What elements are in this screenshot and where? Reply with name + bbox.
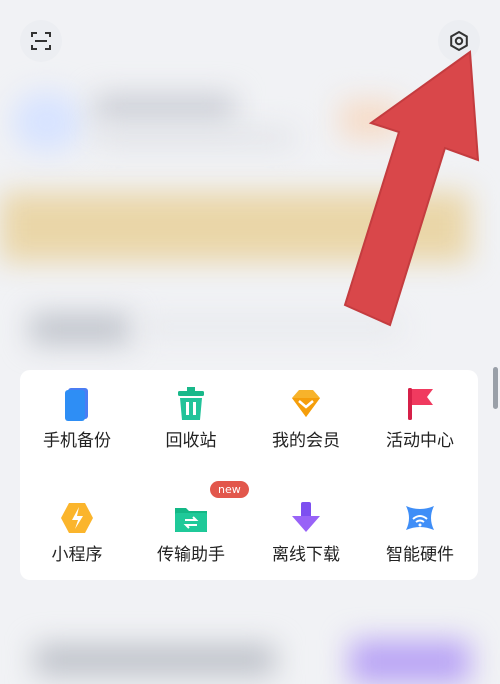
scan-icon bbox=[31, 32, 51, 50]
smart-hardware-icon bbox=[406, 506, 434, 530]
tool-smart-hardware[interactable]: 智能硬件 bbox=[363, 498, 477, 566]
blurred-vip-banner bbox=[0, 192, 470, 262]
blurred-profile-avatar bbox=[12, 92, 82, 152]
blurred-storage-row bbox=[30, 314, 130, 344]
blurred-storage-bar bbox=[140, 320, 400, 334]
mini-program-icon bbox=[61, 503, 93, 533]
recycle-bin-icon bbox=[178, 387, 204, 420]
tool-label: 回收站 bbox=[165, 431, 217, 451]
blurred-profile-info bbox=[95, 130, 295, 146]
scrollbar[interactable] bbox=[493, 367, 498, 409]
tool-phone-backup[interactable]: 手机备份 bbox=[20, 384, 134, 452]
tool-label: 小程序 bbox=[51, 545, 103, 565]
phone-backup-icon bbox=[65, 388, 88, 421]
tool-mini-program[interactable]: 小程序 bbox=[20, 498, 134, 566]
tool-label: 活动中心 bbox=[386, 431, 454, 451]
settings-icon bbox=[450, 30, 468, 52]
settings-button[interactable] bbox=[438, 20, 480, 62]
tool-my-membership[interactable]: 我的会员 bbox=[249, 384, 363, 452]
blurred-bottom-card-text bbox=[35, 645, 275, 675]
tool-offline-download[interactable]: 离线下载 bbox=[249, 498, 363, 566]
new-badge: new bbox=[210, 481, 249, 498]
tool-label: 离线下载 bbox=[272, 545, 340, 565]
tool-transfer-assistant[interactable]: 传输助手 bbox=[134, 498, 248, 566]
transfer-folder-icon bbox=[175, 508, 207, 532]
membership-gem-icon bbox=[292, 390, 320, 417]
tool-label: 手机备份 bbox=[43, 431, 111, 451]
tool-label: 智能硬件 bbox=[386, 545, 454, 565]
tool-recycle-bin[interactable]: 回收站 bbox=[134, 384, 248, 452]
scan-button[interactable] bbox=[20, 20, 62, 62]
blurred-profile-name bbox=[95, 95, 235, 121]
blurred-bottom-card-accent bbox=[350, 640, 470, 684]
tool-label: 传输助手 bbox=[157, 545, 225, 565]
tool-label: 我的会员 bbox=[272, 431, 340, 451]
offline-download-icon bbox=[292, 502, 320, 532]
blurred-profile-badge bbox=[340, 100, 400, 140]
activity-flag-icon bbox=[408, 388, 433, 420]
tool-activity-center[interactable]: 活动中心 bbox=[363, 384, 477, 452]
